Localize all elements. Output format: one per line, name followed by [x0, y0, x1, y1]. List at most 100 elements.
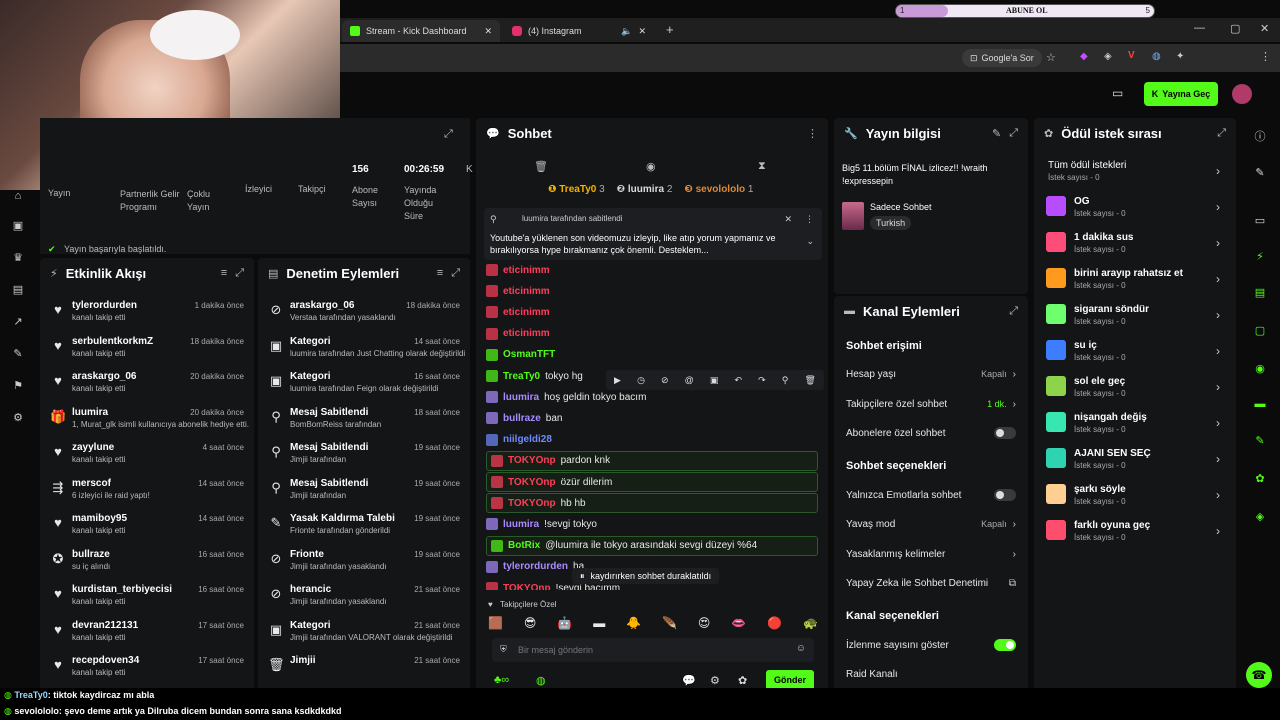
show-viewers-setting[interactable]: İzlenme sayısını göster [846, 635, 1016, 655]
hourglass-icon[interactable]: ⧗ [758, 160, 766, 173]
activity-item[interactable]: ♥ zayylune 4 saat önce kanalı takip etti [40, 440, 254, 476]
home-icon[interactable]: ⌂ [12, 190, 24, 202]
go-live-button[interactable]: K Yayına Geç [1144, 82, 1218, 106]
emote[interactable]: 🐥 [626, 616, 641, 632]
emote[interactable]: 🔴 [767, 616, 782, 632]
play-icon[interactable]: ▶ [614, 375, 621, 386]
activity-item[interactable]: ♥ mamiboy95 14 saat önce kanalı takip etti [40, 511, 254, 547]
chat-username[interactable]: eticinimm [503, 307, 550, 318]
moderation-item[interactable]: ⊘ araskargo_06 18 dakika önce Verstaa taraf… [258, 298, 470, 334]
chat-message[interactable]: OsmanTFT [486, 345, 818, 365]
expand-icon[interactable]: ⤢ [1009, 305, 1018, 318]
media-icon[interactable]: ▤ [12, 284, 24, 296]
banned-words-setting[interactable]: Yasaklanmış kelimeler › [846, 544, 1016, 564]
chat-message[interactable]: niilgeldi28 [486, 430, 818, 450]
screen-icon[interactable]: ▭ [1252, 214, 1268, 230]
raid-channel-setting[interactable]: Raid Kanalı [846, 664, 1016, 684]
chat-message[interactable]: eticinimm [486, 260, 818, 280]
activity-item[interactable]: 🎁 luumira 20 dakika önce 1, Murat_glk isiml… [40, 405, 254, 441]
filter-icon[interactable]: ≡ [437, 267, 443, 279]
activity-item[interactable]: ♥ araskargo_06 20 dakika önce kanalı takip … [40, 369, 254, 405]
window-close-icon[interactable]: ✕ [1260, 22, 1269, 35]
reply-icon[interactable]: ↶ [735, 375, 743, 386]
moderation-item[interactable]: ⚲ Mesaj Sabitlendi 19 saat önce Jimjii tara… [258, 440, 470, 476]
chat-username[interactable]: niilgeldi28 [503, 434, 552, 445]
chat-message[interactable]: TOKYOnp hb hb [486, 493, 818, 514]
extension-icon[interactable]: ◈ [1104, 51, 1112, 62]
reward-item[interactable]: AJANI SEN SEÇ İstek sayısı - 0 › [1046, 446, 1224, 478]
reward-item[interactable]: sol ele geç İstek sayısı - 0 › [1046, 374, 1224, 406]
chat-username[interactable]: bullraze [503, 413, 541, 424]
emote-only-setting[interactable]: Yalnızca Emotlarla sohbet [846, 485, 1016, 505]
expand-icon[interactable]: ⤢ [451, 267, 460, 280]
chat-message[interactable]: BotRix @luumira ile tokyo arasındaki sevg… [486, 535, 818, 556]
activity-item[interactable]: ✪ bullraze 16 saat önce su iç alındı [40, 547, 254, 583]
analytics-icon[interactable]: ↗ [12, 316, 24, 328]
kick-icon[interactable]: ◈ [1252, 510, 1268, 526]
tab-instagram[interactable]: (4) Instagram 🔈 ✕ [504, 20, 654, 42]
pin-icon[interactable]: ⚲ [782, 375, 789, 386]
chat-username[interactable]: luumira [503, 519, 539, 530]
slow-mode-setting[interactable]: Yavaş mod Kapalı › [846, 514, 1016, 534]
chat-username[interactable]: eticinimm [503, 328, 550, 339]
chat-username[interactable]: TOKYOnp [508, 477, 556, 488]
moderation-item[interactable]: ▣ Kategori 21 saat önce Jimjii tarafından V… [258, 618, 470, 654]
tools-icon[interactable]: ✎ [12, 348, 24, 360]
activity-item[interactable]: ♥ recepdoven34 17 saat önce kanalı takip et… [40, 653, 254, 689]
chat-message[interactable]: bullraze ban [486, 408, 818, 428]
extension-icon[interactable]: ◆ [1080, 51, 1088, 62]
expand-icon[interactable]: ⤢ [444, 128, 453, 141]
chat-username[interactable]: BotRix [508, 540, 540, 551]
avatar[interactable] [1232, 84, 1252, 104]
send-button[interactable]: Gönder [766, 670, 814, 690]
emote[interactable]: 😎 [524, 616, 537, 632]
reward-item[interactable]: nişangah değiş İstek sayısı - 0 › [1046, 410, 1224, 442]
extensions-puzzle-icon[interactable]: ✦ [1176, 51, 1184, 62]
account-age-setting[interactable]: Hesap yaşı Kapalı › [846, 364, 1016, 384]
extension-icon[interactable]: ◍ [1152, 51, 1161, 62]
theater-icon[interactable]: ▭ [1112, 86, 1123, 100]
expand-icon[interactable]: ⤢ [1009, 127, 1018, 140]
points-icon[interactable]: ♣∞ [494, 674, 509, 686]
activity-item[interactable]: ♥ kurdistan_terbiyecisi 16 saat önce kanalı… [40, 582, 254, 618]
wrench-icon[interactable]: ✎ [1252, 434, 1268, 450]
emote[interactable]: ▬ [593, 616, 605, 632]
moderation-item[interactable]: ⊘ Frionte 19 saat önce Jimjii tarafından ya… [258, 547, 470, 583]
timeout-icon[interactable]: ◷ [637, 375, 645, 386]
reward-item[interactable]: şarkı söyle İstek sayısı - 0 › [1046, 482, 1224, 514]
activity-item[interactable]: ♥ serbulentkorkmZ 18 dakika önce kanalı tak… [40, 334, 254, 370]
emote[interactable]: 🪶 [662, 616, 677, 632]
reward-all[interactable]: Tüm ödül istekleri İstek sayısı - 0 › [1046, 158, 1224, 190]
activity-item[interactable]: ⇶ merscof 14 saat önce 6 izleyici ile raid … [40, 476, 254, 512]
filter-icon[interactable]: ≡ [221, 267, 227, 279]
support-button[interactable]: ☎ [1246, 662, 1272, 688]
moderation-item[interactable]: ▣ Kategori 14 saat önce luumira tarafından … [258, 334, 470, 370]
moderation-item[interactable]: ⚲ Mesaj Sabitlendi 18 saat önce BomBomReiss… [258, 405, 470, 441]
kick-icon[interactable]: ◍ [536, 674, 546, 687]
followers-only-setting[interactable]: Takipçilere özel sohbet 1 dk. › [846, 394, 1016, 414]
more-icon[interactable]: ⋮ [807, 127, 818, 140]
trash-icon[interactable]: 🗑 [534, 160, 548, 173]
gear-icon[interactable]: ⚙ [710, 674, 720, 687]
bookmark-star-icon[interactable]: ☆ [1046, 51, 1056, 64]
reward-item[interactable]: OG İstek sayısı - 0 › [1046, 194, 1224, 226]
mention-icon[interactable]: @ [685, 375, 694, 385]
moderation-item[interactable]: ⊘ herancic 21 saat önce Jimjii tarafından y… [258, 582, 470, 618]
maximize-icon[interactable]: ▢ [1230, 22, 1240, 35]
delete-icon[interactable]: 🗑 [804, 375, 815, 386]
new-tab-icon[interactable]: + [666, 22, 674, 37]
unpin-icon[interactable]: ✕ [784, 214, 792, 225]
emote[interactable]: 😍 [698, 616, 711, 632]
video-icon[interactable]: ▣ [12, 220, 24, 232]
emote[interactable]: 🐢 [803, 616, 818, 632]
chat-message[interactable]: luumira !sevgi tokyo [486, 514, 818, 534]
activity-item[interactable]: ♥ tylerordurden 1 dakika önce kanalı takip … [40, 298, 254, 334]
subs-only-setting[interactable]: Abonelere özel sohbet [846, 423, 1016, 443]
chat-paused-banner[interactable]: ⏸ kaydırırken sohbet duraklatıldı [572, 568, 720, 584]
reward-item[interactable]: farklı oyuna geç İstek sayısı - 0 › [1046, 518, 1224, 550]
pinned-message[interactable]: ⚲ luumira tarafından sabitlendi ✕ ⋮ Yout… [484, 208, 822, 260]
chat-username[interactable]: tylerordurden [503, 561, 568, 572]
close-icon[interactable]: ✕ [484, 26, 492, 37]
channel-icon[interactable]: ▬ [1252, 398, 1268, 414]
trophy-icon[interactable]: ♛ [12, 252, 24, 264]
